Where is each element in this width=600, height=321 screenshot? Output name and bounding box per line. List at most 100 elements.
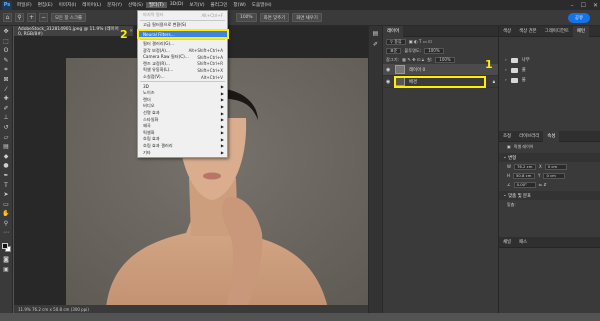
scroll-all-windows-checkbox[interactable]: 모든 창 스크롤 (51, 13, 87, 22)
pattern-folder[interactable]: › 나무 (499, 55, 600, 65)
height-input[interactable]: 50.8 cm (513, 172, 536, 179)
type-tool-icon[interactable]: T (2, 182, 11, 190)
lasso-tool-icon[interactable]: ʘ (2, 47, 11, 55)
menu-item[interactable]: 문자(Y) (104, 2, 125, 8)
flip-icons[interactable]: ⇋ ⇵ (539, 182, 547, 187)
menu-item[interactable]: 레이어(L) (79, 2, 104, 8)
kind-filter-select[interactable]: ⚲ 종류 (386, 38, 406, 45)
maximize-icon[interactable]: ☐ (581, 2, 586, 9)
filter-menu-item[interactable]: 소실점(V)... Alt+Ctrl+V (138, 74, 227, 81)
document-tab[interactable]: AdobeStock_312814901.jpeg @ 11.9% (레이어 0… (14, 26, 134, 37)
menu-item[interactable]: 선택(S) (125, 2, 146, 8)
zoom-out-icon[interactable]: − (39, 13, 48, 22)
eyedropper-tool-icon[interactable]: ⁄ (2, 86, 11, 94)
visibility-eye-icon[interactable]: ◉ (386, 79, 391, 85)
filter-menu-item[interactable]: Camera Raw 필터(C)... Shift+Ctrl+A (138, 54, 227, 61)
filter-menu-item[interactable]: 필터 갤러리(G)... (138, 41, 227, 48)
zoom-100-button[interactable]: 100% (236, 13, 257, 22)
filter-menu-item[interactable]: 픽셀 유동화(L)... Shift+Ctrl+X (138, 67, 227, 74)
quick-select-tool-icon[interactable]: ✎ (2, 57, 11, 65)
filter-menu-item[interactable]: 고급 필터용으로 변환(S) (138, 22, 227, 29)
menu-item[interactable]: 보기(V) (186, 2, 207, 8)
share-button[interactable]: 공유 (568, 13, 590, 23)
close-tab-icon[interactable]: ✕ (129, 29, 133, 34)
lock-icons[interactable]: ▦ ✎ ✥ ⊡ 🔒︎ (402, 57, 424, 62)
close-icon[interactable]: ✕ (593, 2, 598, 9)
pattern-folder[interactable]: › 물 (499, 75, 600, 85)
marquee-tool-icon[interactable]: ⬚ (2, 38, 11, 46)
tab-swatches[interactable]: 색상 견본 (515, 26, 541, 37)
filter-menu-item[interactable]: 기타 ▶ (138, 149, 227, 156)
menu-item[interactable]: 도움말(H) (249, 2, 275, 8)
gradient-tool-icon[interactable]: ▤ (2, 143, 11, 151)
filter-menu-item[interactable]: 흐림 효과 ▶ (138, 136, 227, 143)
zoom-in-icon[interactable]: + (27, 13, 36, 22)
tab-adjustments[interactable]: 조정 (499, 131, 515, 142)
x-input[interactable]: 0 cm (544, 163, 567, 170)
frame-tool-icon[interactable]: ⊠ (2, 76, 11, 84)
filter-menu-item[interactable]: 선명 효과 ▶ (138, 110, 227, 117)
screen-mode-icon[interactable]: ▣ (2, 266, 11, 274)
color-swatches[interactable] (1, 243, 11, 253)
angle-input[interactable]: 0.00° (513, 181, 536, 188)
filter-menu-item[interactable]: 광각 보정(A)... Alt+Shift+Ctrl+A (138, 47, 227, 54)
fit-screen-button[interactable]: 화면 맞추기 (259, 13, 290, 22)
quick-mask-icon[interactable]: ◙ (2, 256, 11, 264)
menu-item[interactable]: 편집(E) (35, 2, 56, 8)
filter-menu-item[interactable]: 흐림 효과 갤러리 ▶ (138, 143, 227, 150)
brush-panel-icon[interactable]: ✐ (371, 41, 380, 49)
right-panel: 색상 색상 견본 그레이디언트 패턴 › 나무 › 풀 › 물 조정 라이브러리 속성… (498, 25, 600, 313)
stamp-tool-icon[interactable]: ⊥ (2, 114, 11, 122)
fill-input[interactable]: 100% (435, 56, 455, 63)
menu-item[interactable]: 필터(T) (145, 2, 167, 8)
menu-item[interactable]: 이미지(I) (56, 2, 80, 8)
history-panel-icon[interactable]: ▤ (371, 30, 380, 38)
tab-pattern[interactable]: 패턴 (572, 25, 589, 37)
blend-mode-select[interactable]: 표준 (386, 47, 402, 54)
crop-tool-icon[interactable]: ⌗ (2, 66, 11, 74)
blur-tool-icon[interactable]: ◆ (2, 153, 11, 161)
healing-brush-icon[interactable]: ✚ (2, 95, 11, 103)
width-input[interactable]: 76.2 cm (513, 163, 536, 170)
pattern-folder[interactable]: › 풀 (499, 65, 600, 75)
dodge-tool-icon[interactable]: ● (2, 162, 11, 170)
more-tools-icon[interactable]: ⋯ (2, 229, 11, 237)
layer-row[interactable]: ◉ 레이어 0 (383, 64, 498, 76)
filter-menu-item[interactable]: 비디오 ▶ (138, 103, 227, 110)
tab-libraries[interactable]: 라이브러리 (515, 131, 543, 142)
visibility-eye-icon[interactable]: ◉ (386, 67, 391, 73)
zoom-tool-icon[interactable]: ⚲ (15, 13, 24, 22)
opacity-input[interactable]: 100% (424, 47, 444, 54)
fill-screen-button[interactable]: 화면 채우기 (292, 13, 322, 22)
home-icon[interactable]: ⌂ (3, 13, 12, 22)
menu-item[interactable]: 플러그인 (208, 2, 231, 8)
hand-tool-icon[interactable]: ✋ (2, 210, 11, 218)
filter-menu-item[interactable]: 3D ▶ (138, 83, 227, 90)
align-section-title[interactable]: ⌄ 맞춤 및 분포 (499, 191, 600, 200)
filter-menu-item[interactable]: 왜곡 ▶ (138, 123, 227, 130)
tab-channels[interactable]: 채널 (499, 237, 515, 248)
menu-item[interactable]: 창(W) (230, 2, 248, 8)
minimize-icon[interactable]: – (571, 2, 574, 9)
history-brush-icon[interactable]: ↺ (2, 124, 11, 132)
tab-gradient[interactable]: 그레이디언트 (541, 26, 573, 37)
pen-tool-icon[interactable]: ✒ (2, 172, 11, 180)
transform-section-title[interactable]: ⌄ 변형 (499, 153, 600, 162)
tab-paths[interactable]: 패스 (515, 237, 531, 248)
filter-icons[interactable]: ▣ ◐ T ▭ ⊡ (409, 39, 432, 44)
path-select-tool-icon[interactable]: ➤ (2, 191, 11, 199)
move-tool-icon[interactable]: ✥ (2, 28, 11, 36)
foreground-color-swatch[interactable] (1, 243, 8, 250)
eraser-tool-icon[interactable]: ▱ (2, 134, 11, 142)
brush-tool-icon[interactable]: ✐ (2, 105, 11, 113)
menu-item[interactable]: 파일(F) (14, 2, 35, 8)
y-input[interactable]: 0 cm (543, 172, 566, 179)
filter-menu-item[interactable]: 스타일화 ▶ (138, 116, 227, 123)
tab-properties[interactable]: 속성 (543, 130, 560, 142)
filter-menu-item[interactable]: 노이즈 ▶ (138, 90, 227, 97)
shape-tool-icon[interactable]: ▭ (2, 201, 11, 209)
zoom-tool-side-icon[interactable]: ⚲ (2, 220, 11, 228)
tab-color[interactable]: 색상 (499, 26, 515, 37)
tab-layers[interactable]: 레이어 (383, 25, 404, 37)
menu-item[interactable]: 3D(D) (167, 2, 187, 8)
